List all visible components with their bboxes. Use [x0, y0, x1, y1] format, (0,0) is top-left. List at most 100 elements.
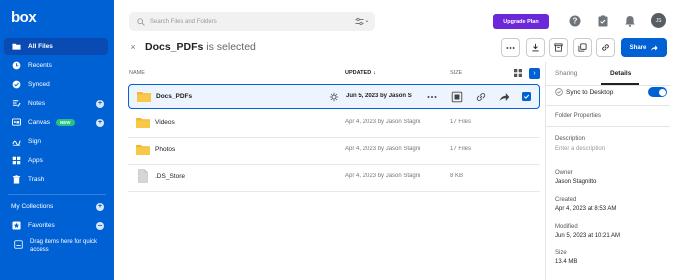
folder-icon	[136, 145, 150, 155]
box-logo[interactable]: box	[11, 9, 37, 26]
drag-hint-text: Drag items here for quick access	[30, 239, 98, 253]
file-name[interactable]: Photos	[155, 146, 175, 153]
table-row[interactable]: Videos Apr 4, 2023 by Jason Stagni... 17…	[128, 111, 540, 136]
sidebar-item-label: Trash	[28, 176, 45, 183]
section-divider	[545, 105, 670, 106]
right-panel-divider	[545, 62, 546, 280]
column-header-updated-label: UPDATED	[345, 70, 372, 76]
sidebar-item-recents[interactable]: Recents	[4, 57, 108, 74]
search-placeholder: Search Files and Folders	[150, 18, 217, 25]
sidebar-item-my-collections[interactable]: My Collections +	[4, 198, 108, 215]
clear-selection-button[interactable]: ×	[128, 42, 138, 52]
star-icon	[12, 221, 21, 230]
clock-icon	[12, 61, 21, 70]
file-icon	[138, 169, 148, 183]
column-header-size[interactable]: SIZE	[450, 70, 462, 76]
check-circle-icon	[12, 80, 21, 89]
canvas-icon	[12, 118, 21, 127]
sidebar-item-label: All Files	[28, 43, 53, 50]
page-title: Docs_PDFs is selected	[145, 41, 256, 53]
share-button[interactable]: Share	[621, 38, 667, 57]
upgrade-plan-button[interactable]: Upgrade Plan	[493, 14, 549, 29]
sync-toggle[interactable]	[648, 87, 667, 97]
table-row[interactable]: .DS_Store Apr 4, 2023 by Jason Stagni...…	[128, 165, 540, 190]
sort-arrow-icon: ↓	[373, 70, 376, 76]
sidebar-item-favorites[interactable]: Favorites −	[4, 217, 108, 234]
upload-to-folder-icon[interactable]	[451, 91, 463, 103]
modified-label: Modified	[555, 224, 578, 230]
table-row[interactable]: Docs_PDFs Jun 5, 2023 by Jason S	[128, 84, 540, 109]
selected-suffix: is selected	[203, 41, 256, 53]
sidebar-item-notes[interactable]: Notes +	[4, 95, 108, 112]
archive-button[interactable]	[549, 38, 568, 57]
owner-label: Owner	[555, 170, 573, 176]
add-canvas-button[interactable]: +	[96, 118, 104, 127]
file-size: 8 KB	[450, 173, 464, 179]
drag-hint: Drag items here for quick access	[14, 238, 106, 254]
copy-button[interactable]	[573, 38, 592, 57]
updated-date: Jun 5, 2023 by Jason S	[346, 93, 412, 99]
updated-date: Apr 4, 2023 by Jason Stagni...	[345, 146, 421, 152]
sidebar-item-sign[interactable]: Sign	[4, 133, 108, 150]
link-icon[interactable]	[475, 91, 487, 103]
download-button[interactable]	[526, 38, 545, 57]
section-divider	[545, 126, 670, 127]
search-icon	[137, 17, 145, 26]
tab-divider	[545, 85, 670, 86]
tab-sharing[interactable]: Sharing	[555, 70, 577, 77]
tasks-icon[interactable]	[596, 14, 609, 27]
sync-to-desktop-row: Sync to Desktop	[555, 88, 613, 96]
share-arrow-icon	[651, 44, 658, 51]
sidebar-item-label: My Collections	[11, 203, 54, 210]
description-input[interactable]: Enter a description	[555, 146, 605, 152]
share-icon[interactable]	[498, 91, 510, 103]
notifications-bell-icon[interactable]	[623, 14, 636, 27]
sign-icon	[12, 137, 21, 146]
file-name[interactable]: Videos	[155, 119, 175, 126]
sidebar-item-synced[interactable]: Synced	[4, 76, 108, 93]
sync-check-icon	[555, 88, 563, 96]
copy-link-button[interactable]	[596, 38, 615, 57]
archive-icon	[554, 43, 563, 52]
avatar[interactable]: JS	[651, 13, 666, 28]
sidebar-item-label: Canvas	[28, 119, 51, 126]
row-checkbox[interactable]	[522, 92, 531, 101]
top-bar: Search Files and Folders Upgrade Plan ? …	[114, 0, 680, 40]
updated-date: Apr 4, 2023 by Jason Stagni...	[345, 173, 421, 179]
size-value: 13.4 MB	[555, 259, 578, 265]
modified-value: Jun 5, 2023 at 10:21 AM	[555, 233, 621, 239]
help-icon[interactable]: ?	[568, 14, 581, 27]
owner-value: Jason Stagnitto	[555, 179, 597, 185]
file-size: 17 Files	[450, 119, 472, 125]
sidebar-item-label: Favorites	[28, 222, 55, 229]
filter-icon[interactable]	[355, 17, 369, 26]
created-label: Created	[555, 197, 577, 203]
tab-details[interactable]: Details	[610, 70, 631, 77]
add-collection-button[interactable]: +	[96, 202, 104, 211]
chevron-right-icon: ›	[533, 70, 536, 77]
more-options-button[interactable]	[501, 38, 520, 57]
description-label: Description	[555, 136, 586, 142]
sidebar-item-trash[interactable]: Trash	[4, 171, 108, 188]
sidebar-item-apps[interactable]: Apps	[4, 152, 108, 169]
sidebar-item-all-files[interactable]: All Files	[4, 38, 108, 55]
sidebar-item-canvas[interactable]: Canvas NEW +	[4, 114, 108, 131]
table-row[interactable]: Photos Apr 4, 2023 by Jason Stagni... 17…	[128, 138, 540, 163]
sync-status-icon	[329, 92, 339, 102]
folder-icon	[136, 118, 150, 128]
sync-label: Sync to Desktop	[566, 88, 614, 96]
collapse-favorites-button[interactable]: −	[96, 221, 104, 230]
file-name[interactable]: Docs_PDFs	[156, 93, 192, 100]
download-icon	[532, 43, 539, 52]
grid-view-icon[interactable]	[514, 69, 522, 77]
file-name[interactable]: .DS_Store	[155, 173, 185, 180]
add-note-button[interactable]: +	[96, 99, 104, 108]
sidebar-divider	[8, 194, 106, 195]
expand-sidebar-button[interactable]: ›	[529, 68, 540, 79]
column-header-updated[interactable]: UPDATED ↓	[345, 70, 376, 76]
file-size: 17 Files	[450, 146, 472, 152]
column-header-name[interactable]: NAME	[129, 70, 145, 76]
updated-date: Apr 4, 2023 by Jason Stagni...	[345, 119, 421, 125]
search-input[interactable]: Search Files and Folders	[129, 12, 375, 31]
row-more-icon[interactable]	[426, 91, 438, 103]
